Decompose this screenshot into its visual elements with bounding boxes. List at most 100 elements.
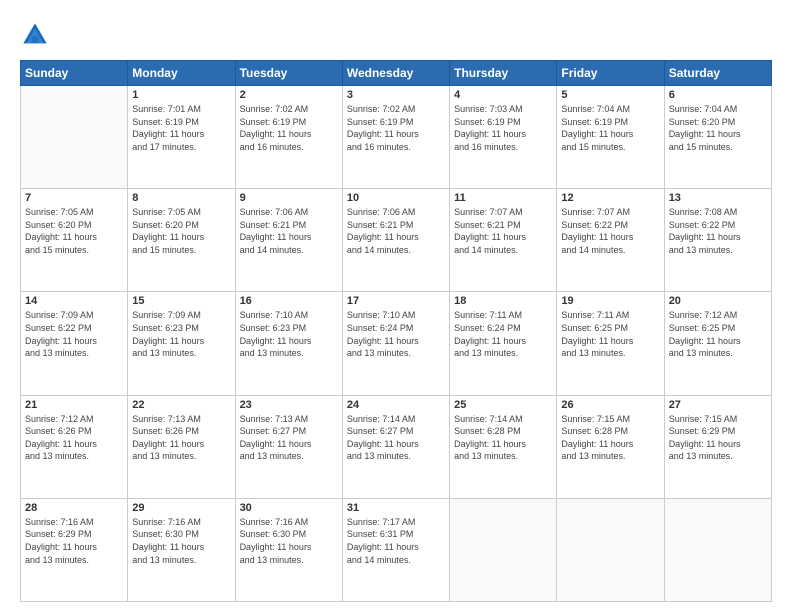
day-cell: 25Sunrise: 7:14 AMSunset: 6:28 PMDayligh… [450,395,557,498]
day-cell: 10 Sunrise: 7:06 AMSunset: 6:21 PMDayligh… [342,189,449,292]
weekday-header-monday: Monday [128,61,235,86]
day-number: 26 [561,399,659,411]
day-info: Sunrise: 7:09 AMSunset: 6:22 PMDaylight:… [25,309,123,359]
day-info: Sunrise: 7:02 AMSunset: 6:19 PMDaylight:… [347,103,445,153]
day-cell: 19Sunrise: 7:11 AMSunset: 6:25 PMDayligh… [557,292,664,395]
calendar-table: SundayMondayTuesdayWednesdayThursdayFrid… [20,60,772,602]
day-cell [21,86,128,189]
day-cell: 8 Sunrise: 7:05 AMSunset: 6:20 PMDaylight… [128,189,235,292]
day-cell [557,498,664,601]
day-info: Sunrise: 7:04 AMSunset: 6:19 PMDaylight:… [561,103,659,153]
day-number: 13 [669,192,767,204]
logo-icon [20,20,50,50]
day-info: Sunrise: 7:07 AMSunset: 6:21 PMDaylight:… [454,206,552,256]
day-number: 21 [25,399,123,411]
week-row-4: 21 Sunrise: 7:12 AMSunset: 6:26 PMDayligh… [21,395,772,498]
day-number: 24 [347,399,445,411]
day-cell: 5 Sunrise: 7:04 AMSunset: 6:19 PMDaylight… [557,86,664,189]
weekday-header-sunday: Sunday [21,61,128,86]
day-cell: 13 Sunrise: 7:08 AMSunset: 6:22 PMDayligh… [664,189,771,292]
day-number: 22 [132,399,230,411]
day-number: 3 [347,89,445,101]
day-info: Sunrise: 7:06 AMSunset: 6:21 PMDaylight:… [240,206,338,256]
day-number: 12 [561,192,659,204]
day-info: Sunrise: 7:01 AMSunset: 6:19 PMDaylight:… [132,103,230,153]
day-cell: 23Sunrise: 7:13 AMSunset: 6:27 PMDayligh… [235,395,342,498]
day-cell: 4 Sunrise: 7:03 AMSunset: 6:19 PMDaylight… [450,86,557,189]
day-number: 27 [669,399,767,411]
week-row-2: 7 Sunrise: 7:05 AMSunset: 6:20 PMDaylight… [21,189,772,292]
day-number: 15 [132,295,230,307]
day-info: Sunrise: 7:13 AMSunset: 6:26 PMDaylight:… [132,413,230,463]
day-info: Sunrise: 7:12 AMSunset: 6:25 PMDaylight:… [669,309,767,359]
day-number: 6 [669,89,767,101]
day-number: 23 [240,399,338,411]
day-cell: 31Sunrise: 7:17 AMSunset: 6:31 PMDayligh… [342,498,449,601]
logo [20,20,54,50]
day-number: 8 [132,192,230,204]
day-cell: 18Sunrise: 7:11 AMSunset: 6:24 PMDayligh… [450,292,557,395]
day-info: Sunrise: 7:16 AMSunset: 6:29 PMDaylight:… [25,516,123,566]
day-number: 9 [240,192,338,204]
day-number: 5 [561,89,659,101]
day-cell: 30Sunrise: 7:16 AMSunset: 6:30 PMDayligh… [235,498,342,601]
day-number: 17 [347,295,445,307]
page: SundayMondayTuesdayWednesdayThursdayFrid… [0,0,792,612]
day-cell: 11 Sunrise: 7:07 AMSunset: 6:21 PMDayligh… [450,189,557,292]
day-info: Sunrise: 7:02 AMSunset: 6:19 PMDaylight:… [240,103,338,153]
day-info: Sunrise: 7:16 AMSunset: 6:30 PMDaylight:… [132,516,230,566]
day-cell: 3 Sunrise: 7:02 AMSunset: 6:19 PMDaylight… [342,86,449,189]
weekday-header-saturday: Saturday [664,61,771,86]
day-cell: 28 Sunrise: 7:16 AMSunset: 6:29 PMDayligh… [21,498,128,601]
weekday-header-friday: Friday [557,61,664,86]
day-cell: 17 Sunrise: 7:10 AMSunset: 6:24 PMDayligh… [342,292,449,395]
day-cell: 15Sunrise: 7:09 AMSunset: 6:23 PMDayligh… [128,292,235,395]
day-number: 10 [347,192,445,204]
day-cell: 21 Sunrise: 7:12 AMSunset: 6:26 PMDayligh… [21,395,128,498]
day-cell [664,498,771,601]
day-info: Sunrise: 7:12 AMSunset: 6:26 PMDaylight:… [25,413,123,463]
day-cell: 24 Sunrise: 7:14 AMSunset: 6:27 PMDayligh… [342,395,449,498]
header [20,20,772,50]
day-cell: 1 Sunrise: 7:01 AMSunset: 6:19 PMDaylight… [128,86,235,189]
weekday-header-tuesday: Tuesday [235,61,342,86]
week-row-5: 28 Sunrise: 7:16 AMSunset: 6:29 PMDayligh… [21,498,772,601]
day-cell: 26 Sunrise: 7:15 AMSunset: 6:28 PMDayligh… [557,395,664,498]
weekday-header-row: SundayMondayTuesdayWednesdayThursdayFrid… [21,61,772,86]
day-number: 31 [347,502,445,514]
day-number: 28 [25,502,123,514]
day-info: Sunrise: 7:05 AMSunset: 6:20 PMDaylight:… [132,206,230,256]
day-info: Sunrise: 7:11 AMSunset: 6:25 PMDaylight:… [561,309,659,359]
day-number: 1 [132,89,230,101]
day-info: Sunrise: 7:05 AMSunset: 6:20 PMDaylight:… [25,206,123,256]
day-cell: 20Sunrise: 7:12 AMSunset: 6:25 PMDayligh… [664,292,771,395]
day-info: Sunrise: 7:03 AMSunset: 6:19 PMDaylight:… [454,103,552,153]
day-cell: 22 Sunrise: 7:13 AMSunset: 6:26 PMDayligh… [128,395,235,498]
day-info: Sunrise: 7:15 AMSunset: 6:29 PMDaylight:… [669,413,767,463]
day-number: 4 [454,89,552,101]
day-number: 30 [240,502,338,514]
day-info: Sunrise: 7:15 AMSunset: 6:28 PMDaylight:… [561,413,659,463]
day-info: Sunrise: 7:04 AMSunset: 6:20 PMDaylight:… [669,103,767,153]
day-number: 29 [132,502,230,514]
day-number: 7 [25,192,123,204]
day-cell: 2 Sunrise: 7:02 AMSunset: 6:19 PMDaylight… [235,86,342,189]
day-number: 11 [454,192,552,204]
day-cell: 9 Sunrise: 7:06 AMSunset: 6:21 PMDaylight… [235,189,342,292]
day-info: Sunrise: 7:14 AMSunset: 6:27 PMDaylight:… [347,413,445,463]
day-info: Sunrise: 7:08 AMSunset: 6:22 PMDaylight:… [669,206,767,256]
day-number: 2 [240,89,338,101]
day-info: Sunrise: 7:10 AMSunset: 6:24 PMDaylight:… [347,309,445,359]
day-info: Sunrise: 7:14 AMSunset: 6:28 PMDaylight:… [454,413,552,463]
day-cell: 27 Sunrise: 7:15 AMSunset: 6:29 PMDayligh… [664,395,771,498]
day-number: 14 [25,295,123,307]
day-cell: 6 Sunrise: 7:04 AMSunset: 6:20 PMDaylight… [664,86,771,189]
day-info: Sunrise: 7:10 AMSunset: 6:23 PMDaylight:… [240,309,338,359]
day-cell: 12 Sunrise: 7:07 AMSunset: 6:22 PMDayligh… [557,189,664,292]
day-info: Sunrise: 7:07 AMSunset: 6:22 PMDaylight:… [561,206,659,256]
week-row-3: 14 Sunrise: 7:09 AMSunset: 6:22 PMDayligh… [21,292,772,395]
day-cell [450,498,557,601]
day-info: Sunrise: 7:06 AMSunset: 6:21 PMDaylight:… [347,206,445,256]
day-number: 18 [454,295,552,307]
day-cell: 14 Sunrise: 7:09 AMSunset: 6:22 PMDayligh… [21,292,128,395]
